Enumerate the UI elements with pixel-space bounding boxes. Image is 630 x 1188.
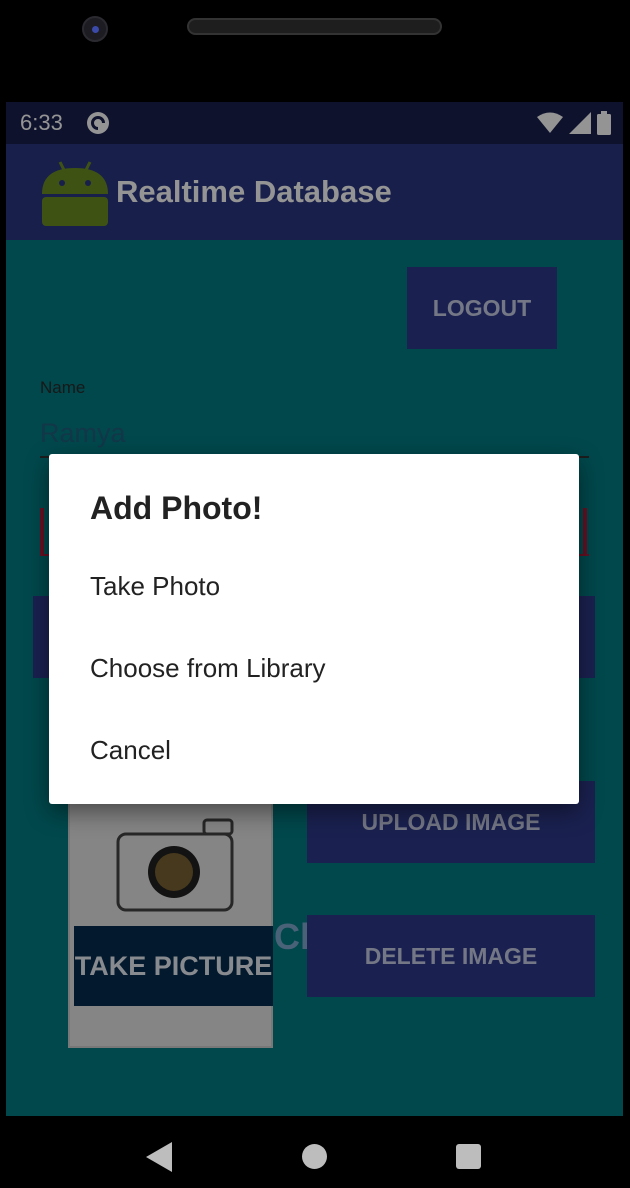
home-circle-icon[interactable] bbox=[302, 1144, 327, 1169]
take-photo-option[interactable]: Take Photo bbox=[49, 550, 579, 622]
app-screen: 6:33 Realtime Database LOGOUT Name Ramya… bbox=[6, 102, 623, 1116]
earpiece-speaker bbox=[187, 18, 442, 35]
back-triangle-icon[interactable] bbox=[146, 1142, 172, 1172]
add-photo-dialog: Add Photo! Take Photo Choose from Librar… bbox=[49, 454, 579, 804]
cancel-option[interactable]: Cancel bbox=[49, 714, 579, 786]
phone-device: 6:33 Realtime Database LOGOUT Name Ramya… bbox=[0, 0, 630, 1188]
dialog-title: Add Photo! bbox=[90, 490, 263, 526]
choose-from-library-option[interactable]: Choose from Library bbox=[49, 632, 579, 704]
recents-square-icon[interactable] bbox=[456, 1144, 481, 1169]
front-camera bbox=[82, 16, 108, 42]
